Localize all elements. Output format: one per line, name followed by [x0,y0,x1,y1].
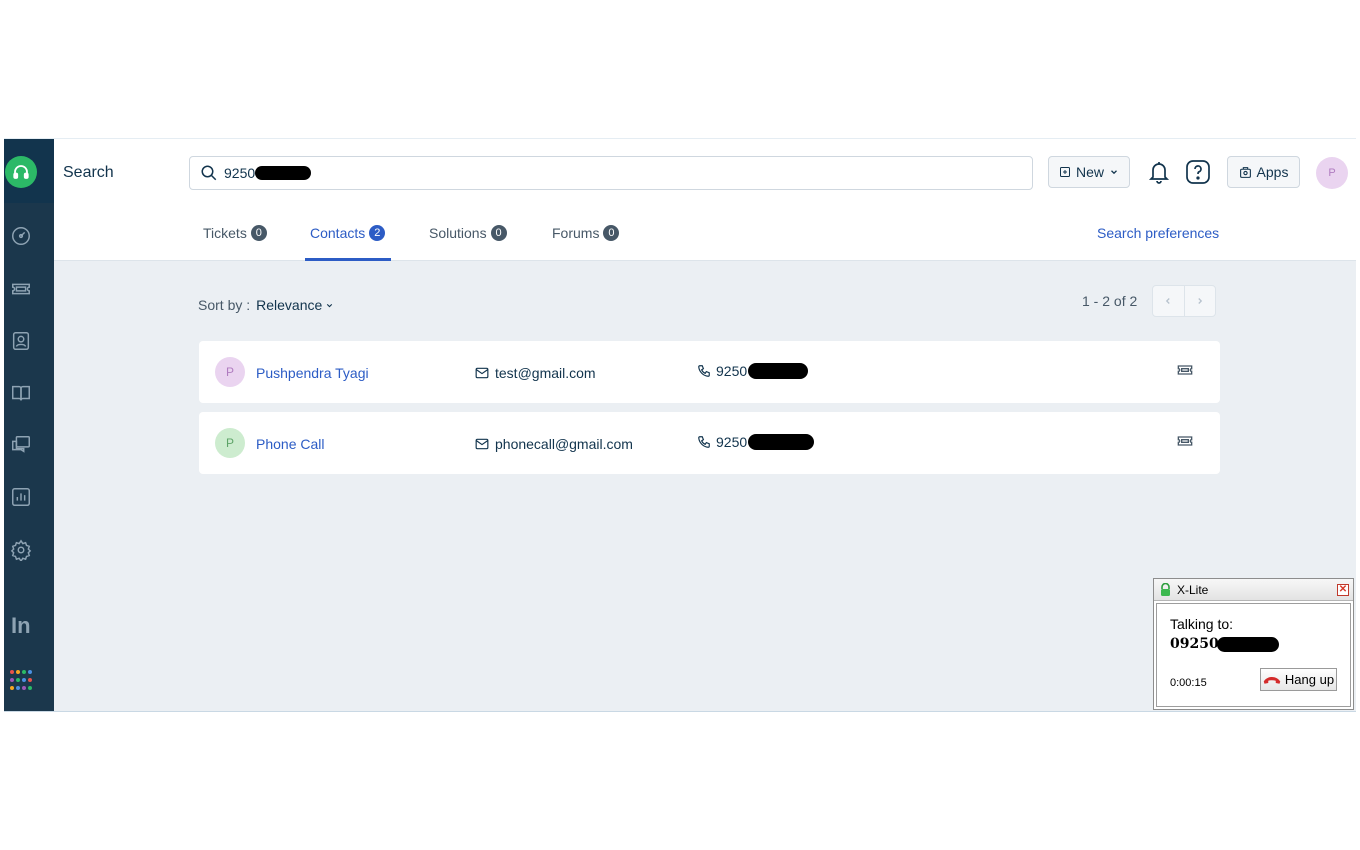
new-button-label: New [1075,164,1104,180]
ticket-icon[interactable] [1177,434,1195,448]
tab-label: Contacts [310,225,366,241]
caller-number: 09250 [1170,636,1279,652]
sidebar: In [4,139,54,711]
settings-gear-icon[interactable] [4,530,54,570]
dashboard-icon[interactable] [4,216,54,256]
pagination-info: 1 - 2 of 2 [1082,293,1138,309]
mail-icon [475,367,489,379]
tab-count: 2 [369,225,386,241]
plus-box-icon [1059,167,1070,177]
phone-icon [698,436,710,448]
tab-tickets[interactable]: Tickets 0 [203,205,267,261]
contact-result-card: P Phone Call phonecall@gmail.com 9250 [199,412,1220,474]
phone-icon [698,365,710,377]
tab-count: 0 [250,225,267,241]
tab-solutions[interactable]: Solutions 0 [429,205,507,261]
tab-count: 0 [490,225,507,241]
xlite-body: Talking to: 09250 0:00:15 Hang up [1156,603,1351,707]
mail-icon [475,438,489,450]
close-icon[interactable]: ✕ [1337,584,1349,596]
ticket-icon[interactable] [1177,363,1195,377]
contact-avatar: P [215,357,245,387]
apps-button[interactable]: Apps [1227,156,1300,188]
chevron-down-icon [327,303,333,307]
redaction-mark [748,363,809,379]
call-timer: 0:00:15 [1170,677,1207,689]
contacts-icon[interactable] [4,321,54,361]
tab-label: Tickets [203,225,247,241]
sort-dropdown[interactable]: Relevance [256,297,334,313]
help-icon[interactable] [1185,159,1211,185]
talking-to-label: Talking to: [1170,616,1234,632]
hang-up-label: Hang up [1284,672,1335,687]
user-avatar[interactable]: P [1316,157,1348,189]
search-icon [201,165,217,181]
hang-up-button[interactable]: Hang up [1260,668,1337,691]
prev-page-button[interactable] [1153,286,1185,316]
contact-name-link[interactable]: Pushpendra Tyagi [256,365,369,381]
contact-email: test@gmail.com [475,365,596,381]
contact-phone-text: 9250 [716,363,748,379]
next-page-button[interactable] [1185,286,1216,316]
contact-phone: 9250 [697,363,809,379]
contact-email: phonecall@gmail.com [475,436,633,452]
tab-label: Solutions [429,225,487,241]
app-switcher-icon[interactable] [10,670,32,692]
pagination-controls [1152,285,1216,317]
new-button[interactable]: New [1048,156,1130,188]
tab-contacts[interactable]: Contacts 2 [304,205,392,261]
solutions-book-icon[interactable] [4,373,54,413]
xlite-titlebar[interactable]: X-Lite ✕ [1154,579,1353,601]
sort-label: Sort by : [198,297,251,313]
redaction-mark [1216,636,1279,652]
contact-phone-text: 9250 [716,434,748,450]
tab-label: Forums [552,225,600,241]
xlite-title: X-Lite [1177,582,1209,597]
chevron-left-icon [1166,298,1170,304]
contact-phone: 9250 [697,434,815,450]
apps-box-icon [1239,166,1251,178]
search-input[interactable]: 9250 [189,156,1033,190]
chevron-right-icon [1198,298,1202,304]
linkedin-icon[interactable]: In [11,613,31,639]
phone-hangup-icon [1263,676,1281,684]
redaction-mark [748,434,815,450]
contact-avatar: P [215,428,245,458]
contact-email-text: test@gmail.com [495,365,596,381]
xlite-call-window: X-Lite ✕ Talking to: 09250 0:00:15 Hang … [1153,578,1354,710]
contact-result-card: P Pushpendra Tyagi test@gmail.com 9250 [199,341,1220,403]
forums-icon[interactable] [4,425,54,465]
sort-value: Relevance [256,297,323,313]
headset-icon [5,156,37,188]
contact-email-text: phonecall@gmail.com [495,436,633,452]
search-preferences-link[interactable]: Search preferences [1097,225,1219,241]
top-header: Search 9250 New Apps P [54,139,1356,205]
page-title: Search [63,164,114,181]
search-value: 9250 [224,165,256,181]
chevron-down-icon [1111,170,1117,175]
search-tabs: Tickets 0 Contacts 2 Solutions 0 Forums … [54,205,1356,261]
tab-count: 0 [603,225,620,241]
notifications-bell-icon[interactable] [1147,159,1171,185]
xlite-status-icon [1161,582,1170,596]
caller-number-text: 09250 [1170,636,1219,652]
redaction-mark [255,166,312,180]
tab-forums[interactable]: Forums 0 [552,205,620,261]
logo[interactable] [4,139,54,203]
sort-control: Sort by : Relevance [198,297,334,313]
apps-button-label: Apps [1256,164,1289,180]
contact-name-link[interactable]: Phone Call [256,436,325,452]
reports-icon[interactable] [4,477,54,517]
tickets-icon[interactable] [4,269,54,309]
